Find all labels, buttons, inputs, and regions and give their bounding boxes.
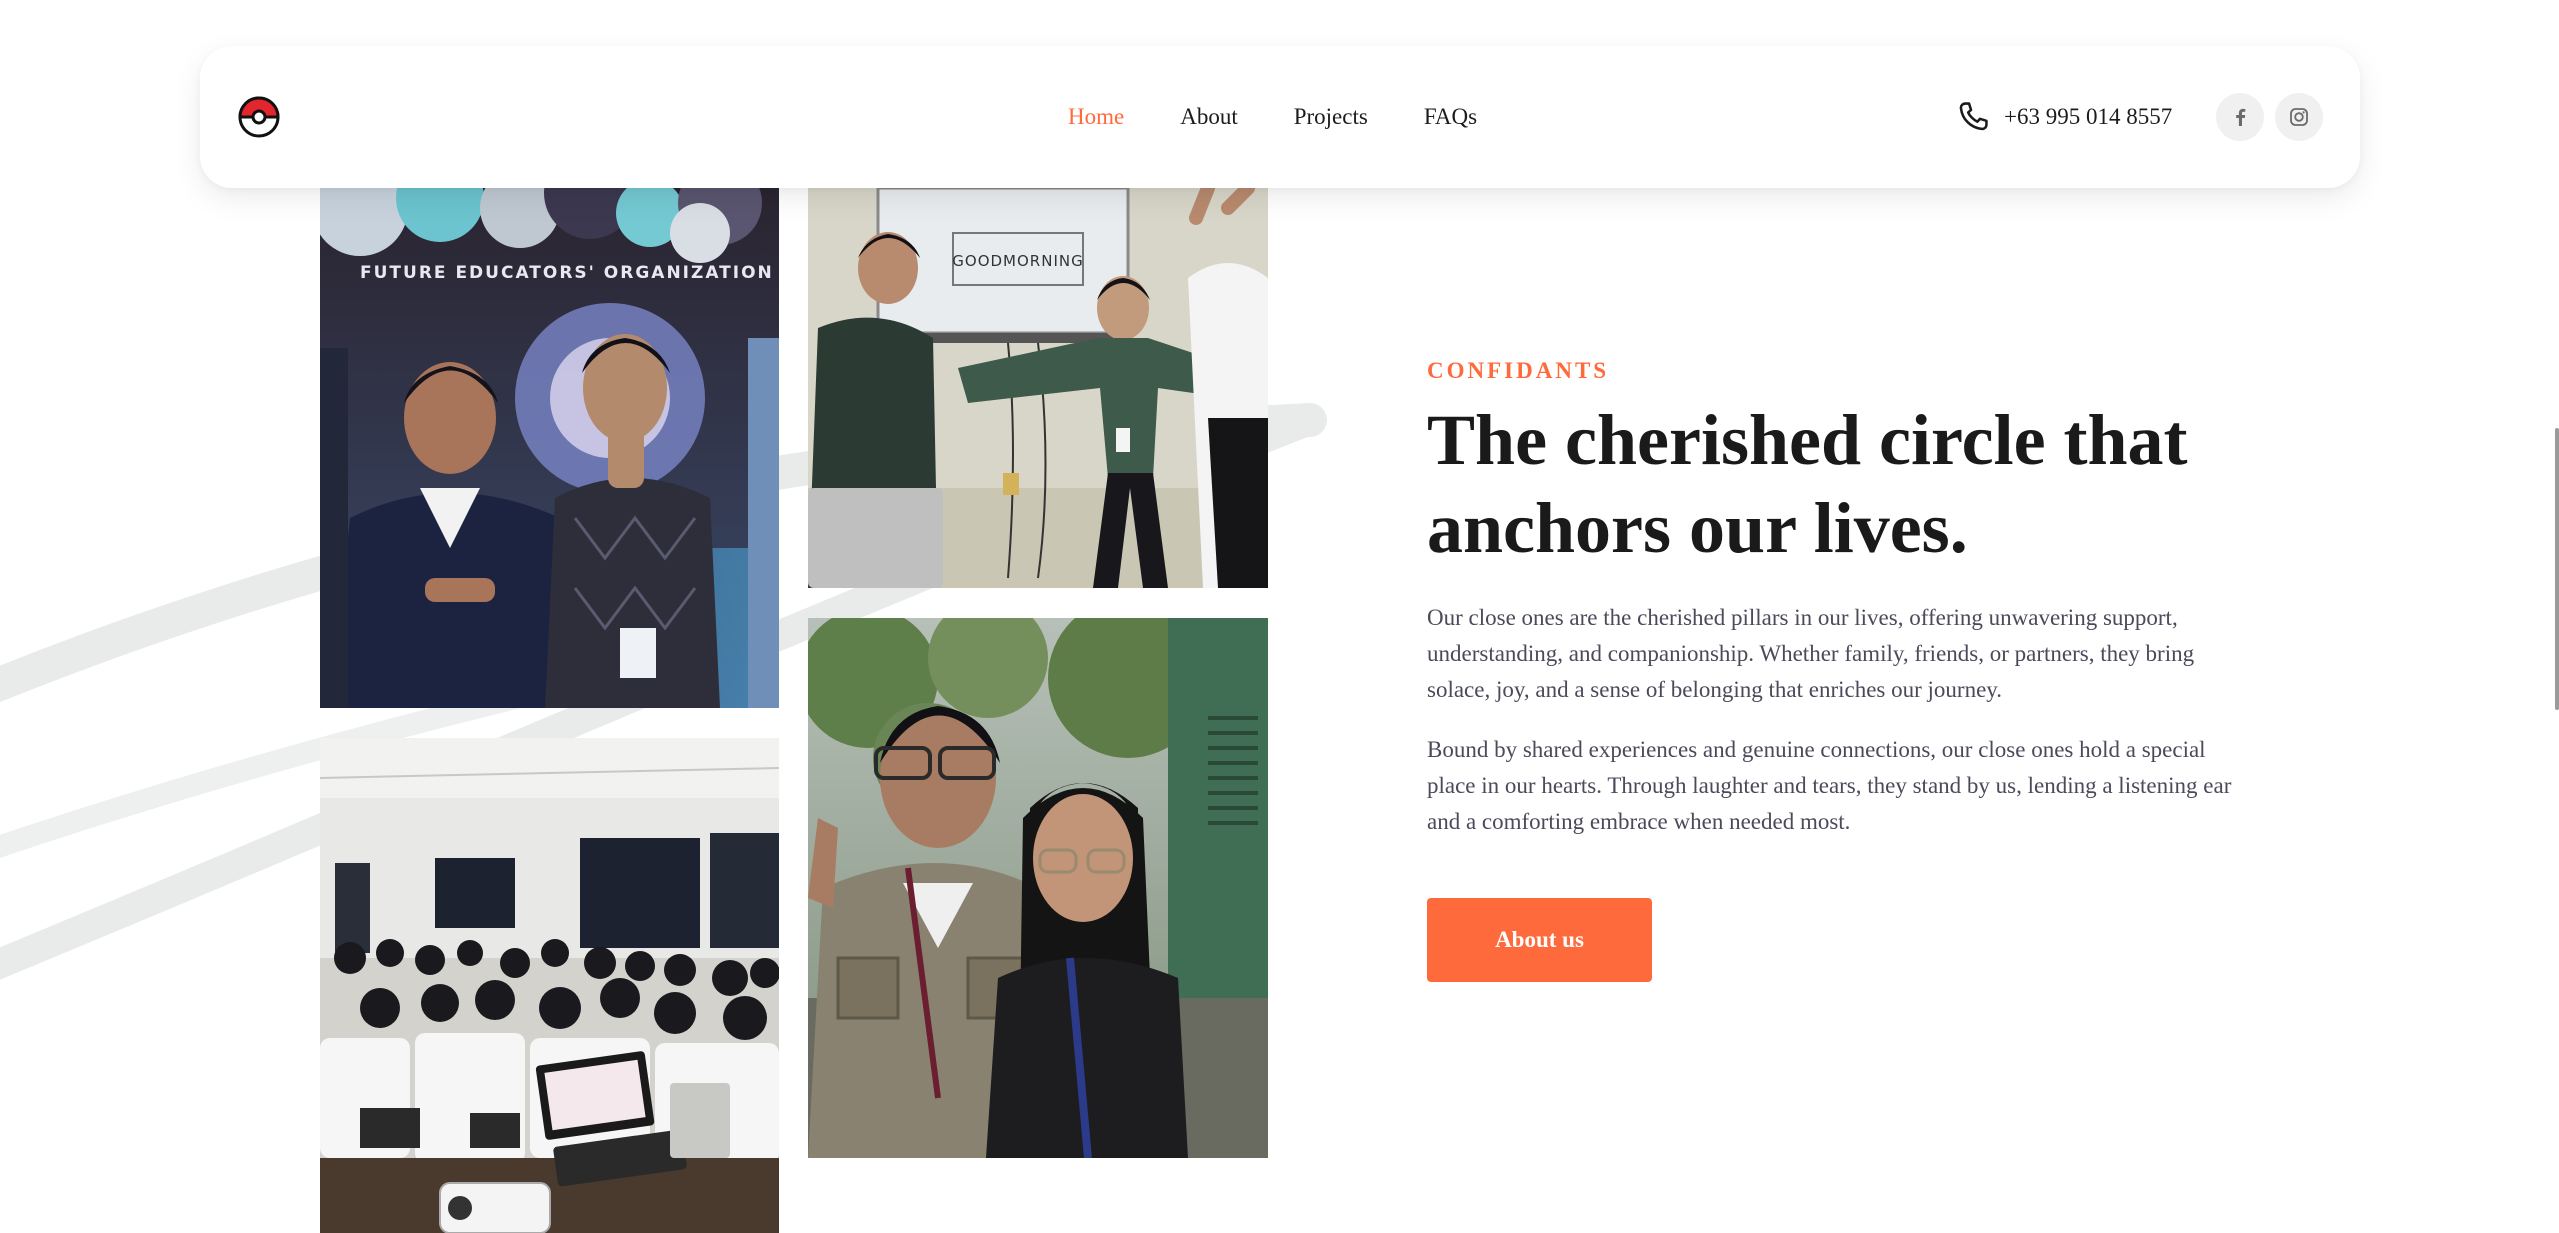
section-paragraph-2: Bound by shared experiences and genuine … [1427,737,2232,834]
banner-text: FUTURE EDUCATORS' ORGANIZATION [360,263,774,283]
section-headline: The cherished circle that anchors our li… [1427,400,2188,568]
confidants-section: CONFIDANTS The cherished circle that anc… [1427,358,2257,982]
site-header: Home About Projects FAQs +63 995 014 855… [200,46,2360,188]
scrollbar[interactable] [2551,0,2559,1233]
nav-faqs[interactable]: FAQs [1424,104,1477,130]
section-paragraph-1: Our close ones are the cherished pillars… [1427,605,2195,702]
photo-outdoor-duo [808,618,1268,1158]
about-us-button[interactable]: About us [1427,898,1652,982]
scrollbar-thumb[interactable] [2555,428,2559,710]
instagram-button[interactable] [2275,93,2323,141]
phone-number[interactable]: +63 995 014 8557 [2004,104,2172,130]
section-eyebrow: CONFIDANTS [1427,358,1610,383]
phone-contact[interactable]: +63 995 014 8557 [1956,46,2172,188]
nav-home[interactable]: Home [1068,104,1124,130]
nav-about[interactable]: About [1180,104,1238,130]
facebook-icon [2236,108,2246,126]
facebook-button[interactable] [2216,93,2264,141]
pokeball-icon[interactable] [238,96,280,138]
nav-projects[interactable]: Projects [1294,104,1368,130]
photo-goodmorning: GOODMORNING [808,188,1268,588]
instagram-icon [2290,108,2308,126]
phone-icon [1959,102,1988,131]
photo-classroom-group [320,738,779,1233]
main-nav: Home About Projects FAQs [1068,46,1533,188]
screen-text: GOODMORNING [952,252,1083,270]
photo-organization-banner: FUTURE EDUCATORS' ORGANIZATION [320,188,779,708]
page: Home About Projects FAQs +63 995 014 855… [0,0,2559,1233]
